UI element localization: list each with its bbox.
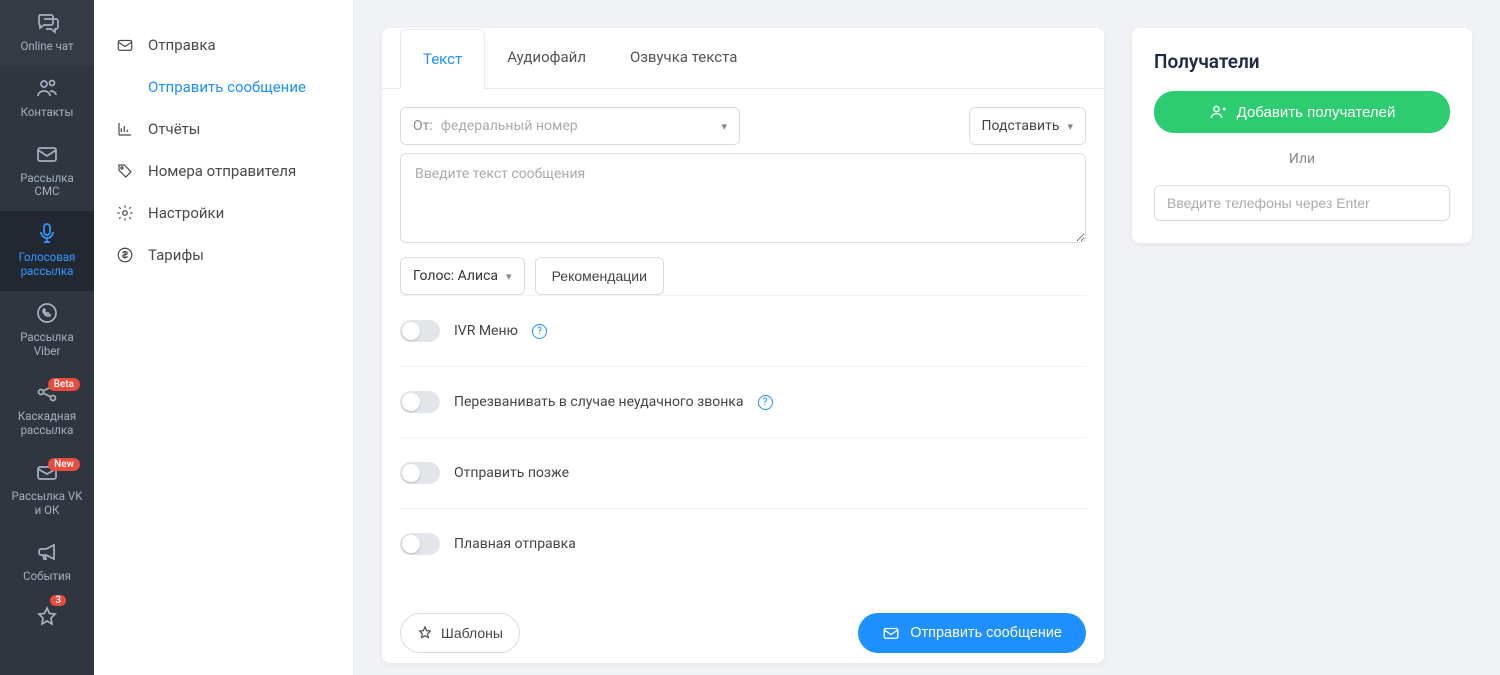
tag-icon (116, 162, 134, 180)
chevron-down-icon: ▾ (506, 270, 512, 283)
user-plus-icon (1209, 103, 1227, 121)
chevron-down-icon: ▾ (1067, 120, 1073, 133)
nav-voice[interactable]: Голосовая рассылка (0, 211, 94, 291)
star-icon (35, 605, 59, 629)
contacts-icon (35, 76, 59, 100)
substitute-select[interactable]: Подставить ▾ (969, 107, 1086, 145)
beta-badge: Beta (48, 378, 80, 391)
viber-icon (35, 301, 59, 325)
send-button[interactable]: Отправить сообщение (858, 613, 1086, 653)
nav-online-chat[interactable]: Online чат (0, 0, 94, 66)
microphone-icon (35, 221, 59, 245)
count-badge: 3 (50, 595, 66, 606)
nav-label: События (23, 570, 71, 584)
star-icon (417, 625, 433, 641)
subnav-settings[interactable]: Настройки (94, 192, 353, 234)
new-badge: New (48, 458, 80, 471)
recipients-title: Получатели (1154, 50, 1450, 73)
voice-select[interactable]: Голос: Алиса ▾ (400, 257, 525, 295)
phones-input[interactable] (1154, 185, 1450, 221)
nav-viber[interactable]: Рассылка Viber (0, 291, 94, 371)
nav-contacts[interactable]: Контакты (0, 66, 94, 132)
substitute-label: Подставить (982, 118, 1060, 134)
smooth-toggle[interactable] (400, 533, 440, 555)
gear-icon (116, 204, 134, 222)
envelope-icon (35, 142, 59, 166)
from-value: федеральный номер (441, 118, 714, 134)
later-label: Отправить позже (454, 465, 569, 481)
dollar-icon (116, 246, 134, 264)
nav-label: Рассылка СМС (20, 172, 74, 200)
ivr-label: IVR Меню (454, 323, 518, 339)
subnav-label: Отчёты (148, 120, 200, 138)
subnav-label: Отправить сообщение (148, 78, 306, 96)
help-icon[interactable]: ? (758, 395, 773, 410)
recipients-card: Получатели Добавить получателей Или (1132, 28, 1472, 243)
subnav-reports[interactable]: Отчёты (94, 108, 353, 150)
subnav-send[interactable]: Отправка (94, 24, 353, 66)
smooth-label: Плавная отправка (454, 536, 576, 552)
tab-text[interactable]: Текст (400, 29, 485, 89)
nav-vk-ok[interactable]: New Рассылка VK и ОК (0, 450, 94, 530)
main-nav: Online чат Контакты Рассылка СМС Голосов… (0, 0, 94, 675)
ivr-toggle[interactable] (400, 320, 440, 342)
compose-card: Текст Аудиофайл Озвучка текста От: федер… (382, 28, 1104, 663)
or-text: Или (1154, 151, 1450, 167)
megaphone-icon (35, 540, 59, 564)
add-recipients-button[interactable]: Добавить получателей (1154, 91, 1450, 133)
nav-favorites[interactable]: 3 (0, 595, 94, 629)
subnav-label: Отправка (148, 36, 216, 54)
later-toggle[interactable] (400, 462, 440, 484)
callback-label: Перезванивать в случае неудачного звонка (454, 394, 744, 410)
from-select[interactable]: От: федеральный номер ▾ (400, 107, 740, 145)
envelope-icon (116, 36, 134, 54)
card-footer: Шаблоны Отправить сообщение (382, 597, 1104, 663)
nav-sms[interactable]: Рассылка СМС (0, 132, 94, 212)
nav-label: Online чат (20, 40, 73, 54)
from-prefix: От: (413, 118, 433, 134)
form-body: От: федеральный номер ▾ Подставить ▾ Гол… (382, 89, 1104, 597)
callback-toggle[interactable] (400, 391, 440, 413)
nav-events[interactable]: События (0, 530, 94, 596)
message-input[interactable] (400, 153, 1086, 243)
chat-icon (35, 10, 59, 34)
help-icon[interactable]: ? (532, 324, 547, 339)
envelope-icon (882, 624, 900, 642)
templates-button[interactable]: Шаблоны (400, 613, 520, 653)
nav-label: Контакты (21, 106, 74, 120)
subnav-tariffs[interactable]: Тарифы (94, 234, 353, 276)
nav-label: Рассылка Viber (20, 331, 74, 359)
voice-value: Голос: Алиса (413, 268, 498, 284)
recommendations-button[interactable]: Рекомендации (535, 257, 664, 295)
nav-label: Рассылка VK и ОК (12, 490, 83, 518)
subnav-label: Номера отправителя (148, 162, 296, 180)
subnav-label: Настройки (148, 204, 224, 222)
subnav-label: Тарифы (148, 246, 204, 264)
subnav-sender-numbers[interactable]: Номера отправителя (94, 150, 353, 192)
nav-label: Каскадная рассылка (18, 410, 76, 438)
tab-audio[interactable]: Аудиофайл (485, 28, 608, 88)
tab-tts[interactable]: Озвучка текста (608, 28, 759, 88)
chart-icon (116, 120, 134, 138)
sub-nav: Отправка Отправить сообщение Отчёты Номе… (94, 0, 354, 675)
nav-label: Голосовая рассылка (19, 251, 76, 279)
subnav-send-message[interactable]: Отправить сообщение (94, 66, 353, 108)
content: Текст Аудиофайл Озвучка текста От: федер… (354, 0, 1500, 675)
chevron-down-icon: ▾ (721, 120, 727, 133)
tabs: Текст Аудиофайл Озвучка текста (382, 28, 1104, 89)
nav-cascade[interactable]: Beta Каскадная рассылка (0, 370, 94, 450)
